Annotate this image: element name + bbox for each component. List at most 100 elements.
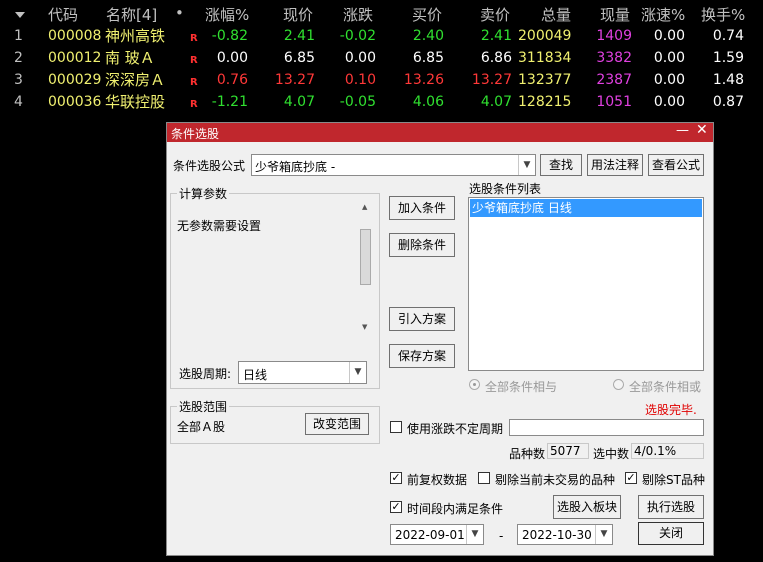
count-value-box: 5077 — [547, 443, 589, 459]
row-volume: 132377 — [518, 72, 572, 88]
date-end-picker[interactable]: 2022-10-30 ▼ — [517, 524, 613, 545]
row-code[interactable]: 000012 — [48, 47, 101, 69]
row-speed: 0.00 — [653, 28, 685, 44]
row-speed: 0.00 — [653, 72, 685, 88]
scroll-thumb[interactable] — [360, 229, 371, 285]
chevron-down-icon[interactable]: ▼ — [349, 362, 366, 383]
period-value: 日线 — [243, 368, 268, 382]
select-to-block-button[interactable]: 选股入板块 — [553, 495, 621, 519]
row-no: 4 — [14, 94, 23, 110]
header-volume[interactable]: 总量 — [541, 4, 571, 24]
uncertain-period-input[interactable] — [509, 419, 704, 436]
fq-data-label: 前复权数据 — [407, 473, 468, 487]
scroll-down-icon[interactable]: ▼ — [362, 323, 367, 331]
row-code[interactable]: 000029 — [48, 69, 101, 91]
usage-note-button[interactable]: 用法注释 — [587, 154, 643, 176]
row-code[interactable]: 000008 — [48, 25, 101, 47]
uncertain-period-checkbox[interactable] — [390, 421, 402, 433]
row-buy: 4.06 — [412, 94, 444, 110]
dialog-titlebar[interactable]: 条件选股 — ✕ — [167, 122, 713, 142]
row-change: 0.10 — [344, 72, 376, 88]
range-value: 全部Ａ股 — [177, 420, 226, 434]
header-turnover[interactable]: 换手% — [701, 4, 745, 24]
header-name[interactable]: 名称[4] — [106, 4, 157, 24]
header-cur-volume[interactable]: 现量 — [600, 4, 630, 24]
row-sell: 4.07 — [480, 94, 512, 110]
row-sell: 2.41 — [480, 28, 512, 44]
chevron-down-icon[interactable]: ▼ — [466, 525, 483, 544]
remove-untraded-checkbox[interactable] — [478, 472, 490, 484]
count-value: 5077 — [550, 444, 581, 458]
header-change[interactable]: 涨跌 — [343, 4, 373, 24]
row-sell: 6.86 — [480, 50, 512, 66]
execute-select-button[interactable]: 执行选股 — [638, 495, 704, 519]
delete-condition-button[interactable]: 删除条件 — [389, 233, 455, 257]
header-dot: • — [175, 4, 184, 22]
uncertain-period-label: 使用涨跌不定周期 — [407, 422, 504, 436]
find-button[interactable]: 查找 — [540, 154, 582, 176]
save-scheme-button[interactable]: 保存方案 — [389, 344, 455, 368]
header-speed[interactable]: 涨速% — [641, 4, 685, 24]
row-price: 4.07 — [283, 94, 315, 110]
close-icon[interactable]: ✕ — [696, 122, 708, 138]
time-range-checkbox[interactable]: ✓ — [390, 501, 402, 513]
row-name[interactable]: 华联控股 — [105, 91, 175, 113]
fq-data-checkbox[interactable]: ✓ — [390, 472, 402, 484]
header-code[interactable]: 代码 — [48, 4, 78, 24]
condition-list[interactable]: 少爷箱底抄底 日线 — [468, 197, 704, 371]
row-flag: R — [190, 77, 198, 88]
row-turnover: 0.74 — [712, 28, 744, 44]
radio-or-circle[interactable] — [613, 379, 624, 390]
status-text: 选股完毕. — [645, 403, 697, 417]
date-start-picker[interactable]: 2022-09-01 ▼ — [390, 524, 484, 545]
params-text: 无参数需要设置 — [177, 219, 262, 233]
chevron-down-icon[interactable]: ▼ — [595, 525, 612, 544]
row-no: 1 — [14, 28, 23, 44]
dialog-title: 条件选股 — [171, 127, 220, 141]
date-separator: - — [499, 529, 504, 543]
row-name[interactable]: 神州高铁 — [105, 25, 175, 47]
header-sell[interactable]: 卖价 — [480, 4, 510, 24]
row-name[interactable]: 南 玻Ａ — [105, 47, 175, 69]
import-scheme-button[interactable]: 引入方案 — [389, 307, 455, 331]
condition-list-item[interactable]: 少爷箱底抄底 日线 — [470, 199, 702, 217]
count-label: 品种数 — [509, 447, 546, 461]
row-no: 3 — [14, 72, 23, 88]
minimize-icon[interactable]: — — [676, 123, 689, 138]
remove-st-label: 剔除ST品种 — [642, 473, 705, 487]
radio-and-circle[interactable] — [469, 379, 480, 390]
formula-value: 少爷箱底抄底 - — [255, 160, 336, 174]
period-label: 选股周期: — [179, 367, 232, 381]
row-flag: R — [190, 99, 198, 110]
row-turnover: 1.48 — [712, 72, 744, 88]
sort-arrow-icon[interactable] — [14, 6, 26, 26]
header-change-pct[interactable]: 涨幅% — [205, 4, 249, 24]
remove-st-checkbox[interactable]: ✓ — [625, 472, 637, 484]
row-speed: 0.00 — [653, 94, 685, 110]
scroll-up-icon[interactable]: ▲ — [362, 203, 367, 211]
row-cur-volume: 3382 — [596, 50, 632, 66]
period-select[interactable]: 日线 ▼ — [238, 361, 367, 384]
params-scrollbar[interactable]: ▲ ▼ — [359, 203, 373, 333]
row-change: -0.05 — [339, 94, 376, 110]
date-end-value: 2022-10-30 — [522, 528, 592, 542]
header-price[interactable]: 现价 — [283, 4, 313, 24]
row-change: 0.00 — [344, 50, 376, 66]
row-turnover: 1.59 — [712, 50, 744, 66]
row-code[interactable]: 000036 — [48, 91, 101, 113]
row-change-pct: -0.82 — [211, 28, 248, 44]
row-name[interactable]: 深深房Ａ — [105, 69, 175, 91]
chevron-down-icon[interactable]: ▼ — [518, 155, 535, 175]
row-volume: 311834 — [518, 50, 572, 66]
close-button[interactable]: 关闭 — [638, 522, 704, 545]
add-condition-button[interactable]: 加入条件 — [389, 196, 455, 220]
view-formula-button[interactable]: 查看公式 — [648, 154, 704, 176]
row-turnover: 0.87 — [712, 94, 744, 110]
formula-select[interactable]: 少爷箱底抄底 - ▼ — [251, 154, 536, 176]
row-change-pct: -1.21 — [211, 94, 248, 110]
row-flag: R — [190, 33, 198, 44]
change-range-button[interactable]: 改变范围 — [305, 413, 369, 435]
header-buy[interactable]: 买价 — [412, 4, 442, 24]
row-buy: 2.40 — [412, 28, 444, 44]
row-no: 2 — [14, 50, 23, 66]
